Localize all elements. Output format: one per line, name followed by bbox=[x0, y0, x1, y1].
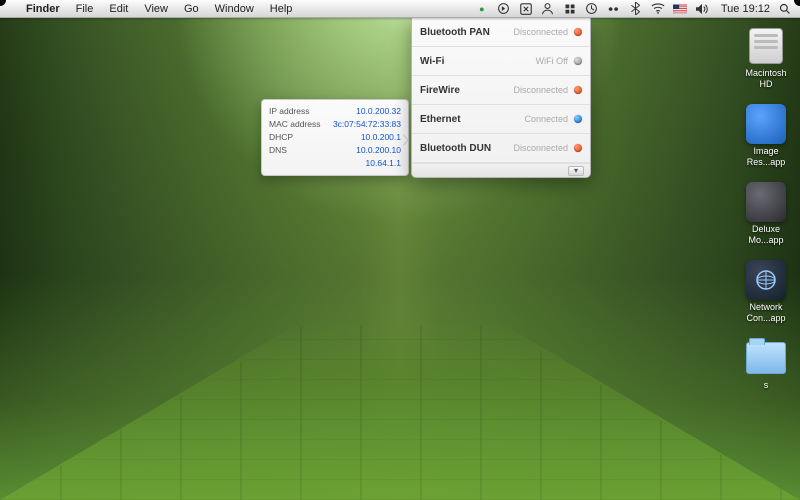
menubar-user-icon[interactable] bbox=[541, 2, 555, 16]
network-details-tooltip: IP address10.0.200.32 MAC address3c:07:5… bbox=[261, 99, 409, 176]
menu-go[interactable]: Go bbox=[176, 3, 207, 15]
network-item-firewire[interactable]: FireWire Disconnected bbox=[412, 76, 590, 105]
app-icon bbox=[746, 260, 786, 300]
menu-file[interactable]: File bbox=[68, 3, 102, 15]
app-icon bbox=[746, 104, 786, 144]
menu-edit[interactable]: Edit bbox=[101, 3, 136, 15]
desktop-wallpaper bbox=[0, 0, 800, 500]
menu-view[interactable]: View bbox=[136, 3, 176, 15]
menubar-extra-icon[interactable] bbox=[497, 2, 511, 16]
menubar-extra-icon[interactable]: ⦁⦁ bbox=[607, 2, 621, 16]
desktop-icon-app[interactable]: Image Res...app bbox=[738, 104, 794, 168]
desktop-icon-app[interactable]: Deluxe Mo...app bbox=[738, 182, 794, 246]
menubar-clock[interactable]: Tue 19:12 bbox=[717, 3, 770, 15]
status-dot-icon bbox=[574, 28, 582, 36]
network-item-ethernet[interactable]: Ethernet Connected bbox=[412, 105, 590, 134]
status-dot-icon bbox=[574, 57, 582, 65]
desktop-icons: Macintosh HD Image Res...app Deluxe Mo..… bbox=[738, 26, 794, 391]
network-item-wifi[interactable]: Wi-Fi WiFi Off bbox=[412, 47, 590, 76]
menubar-extra-icon[interactable] bbox=[563, 2, 577, 16]
network-status-menu: Bluetooth PAN Disconnected Wi-Fi WiFi Of… bbox=[411, 18, 591, 178]
chevron-down-icon: ▾ bbox=[568, 166, 584, 176]
folder-icon bbox=[746, 342, 786, 374]
menu-window[interactable]: Window bbox=[207, 3, 262, 15]
network-item-bluetooth-pan[interactable]: Bluetooth PAN Disconnected bbox=[412, 18, 590, 47]
app-menu[interactable]: Finder bbox=[18, 3, 68, 15]
menu-more-handle[interactable]: ▾ bbox=[412, 163, 590, 177]
spotlight-icon[interactable] bbox=[778, 2, 792, 16]
bluetooth-icon[interactable] bbox=[629, 2, 643, 16]
status-dot-icon bbox=[574, 144, 582, 152]
menubar: Finder File Edit View Go Window Help ● ⦁… bbox=[0, 0, 800, 18]
timemachine-icon[interactable] bbox=[585, 2, 599, 16]
status-dot-icon bbox=[574, 115, 582, 123]
wifi-icon[interactable] bbox=[651, 2, 665, 16]
desktop-icon-macintosh-hd[interactable]: Macintosh HD bbox=[738, 26, 794, 90]
desktop-icon-folder[interactable]: s bbox=[738, 338, 794, 391]
hard-drive-icon bbox=[749, 28, 783, 64]
network-item-bluetooth-dun[interactable]: Bluetooth DUN Disconnected bbox=[412, 134, 590, 163]
flag-icon[interactable] bbox=[673, 2, 687, 16]
menubar-extra-icon[interactable]: ● bbox=[475, 2, 489, 16]
desktop-icon-app[interactable]: Network Con...app bbox=[738, 260, 794, 324]
menu-help[interactable]: Help bbox=[262, 3, 301, 15]
status-dot-icon bbox=[574, 86, 582, 94]
app-icon bbox=[746, 182, 786, 222]
menubar-extra-icon[interactable] bbox=[519, 2, 533, 16]
volume-icon[interactable] bbox=[695, 2, 709, 16]
